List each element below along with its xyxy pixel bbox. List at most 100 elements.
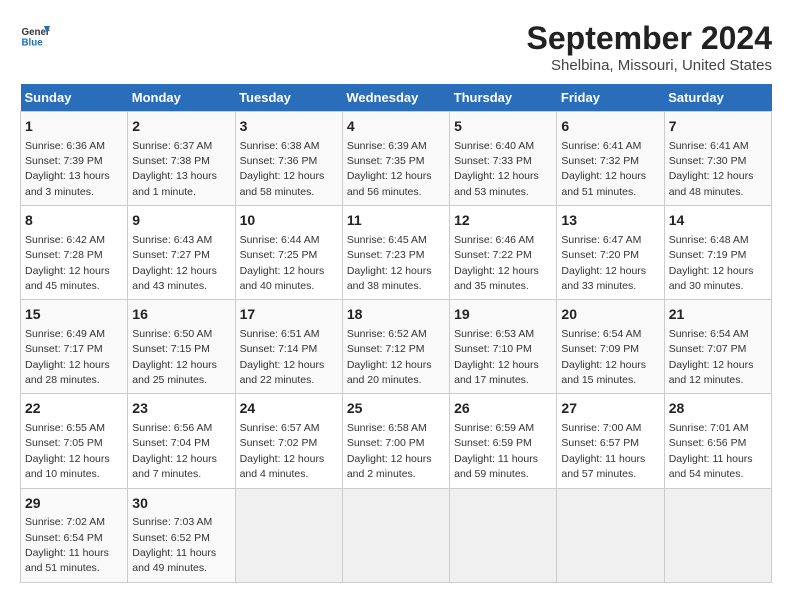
day-info: Sunrise: 6:51 AM Sunset: 7:14 PM Dayligh… <box>240 328 325 386</box>
day-info: Sunrise: 7:03 AM Sunset: 6:52 PM Dayligh… <box>132 516 216 574</box>
page-subtitle: Shelbina, Missouri, United States <box>527 57 772 74</box>
day-number: 1 <box>25 117 123 137</box>
day-info: Sunrise: 6:36 AM Sunset: 7:39 PM Dayligh… <box>25 140 110 198</box>
day-number: 25 <box>347 399 445 419</box>
day-info: Sunrise: 6:38 AM Sunset: 7:36 PM Dayligh… <box>240 140 325 198</box>
day-cell-30: 30Sunrise: 7:03 AM Sunset: 6:52 PM Dayli… <box>128 488 235 582</box>
day-number: 17 <box>240 305 338 325</box>
day-info: Sunrise: 6:40 AM Sunset: 7:33 PM Dayligh… <box>454 140 539 198</box>
empty-cell <box>557 488 664 582</box>
day-number: 7 <box>669 117 767 137</box>
calendar-week-1: 1 Sunrise: 6:36 AM Sunset: 7:39 PM Daylig… <box>21 112 772 206</box>
day-cell-20: 20 Sunrise: 6:54 AM Sunset: 7:09 PM Dayli… <box>557 300 664 394</box>
header-thursday: Thursday <box>450 84 557 112</box>
day-number: 30 <box>132 494 230 514</box>
day-cell-21: 21Sunrise: 6:54 AM Sunset: 7:07 PM Dayli… <box>664 300 771 394</box>
page-title: September 2024 <box>527 20 772 57</box>
day-info: Sunrise: 6:45 AM Sunset: 7:23 PM Dayligh… <box>347 234 432 292</box>
day-info: Sunrise: 6:37 AM Sunset: 7:38 PM Dayligh… <box>132 140 217 198</box>
day-info: Sunrise: 6:43 AM Sunset: 7:27 PM Dayligh… <box>132 234 217 292</box>
day-info: Sunrise: 6:52 AM Sunset: 7:12 PM Dayligh… <box>347 328 432 386</box>
calendar-week-4: 22 Sunrise: 6:55 AM Sunset: 7:05 PM Dayli… <box>21 394 772 488</box>
day-number: 20 <box>561 305 659 325</box>
day-number: 11 <box>347 211 445 231</box>
day-info: Sunrise: 6:54 AM Sunset: 7:07 PM Dayligh… <box>669 328 754 386</box>
header-wednesday: Wednesday <box>342 84 449 112</box>
day-cell-25: 25 Sunrise: 6:58 AM Sunset: 7:00 PM Dayli… <box>342 394 449 488</box>
calendar-week-3: 15Sunrise: 6:49 AM Sunset: 7:17 PM Dayli… <box>21 300 772 394</box>
day-cell-19: 19 Sunrise: 6:53 AM Sunset: 7:10 PM Dayli… <box>450 300 557 394</box>
empty-cell <box>664 488 771 582</box>
empty-cell <box>235 488 342 582</box>
day-cell-6: 6 Sunrise: 6:41 AM Sunset: 7:32 PM Daylig… <box>557 112 664 206</box>
calendar-week-5: 29Sunrise: 7:02 AM Sunset: 6:54 PM Dayli… <box>21 488 772 582</box>
day-cell-9: 9 Sunrise: 6:43 AM Sunset: 7:27 PM Daylig… <box>128 206 235 300</box>
day-number: 18 <box>347 305 445 325</box>
day-cell-11: 11 Sunrise: 6:45 AM Sunset: 7:23 PM Dayli… <box>342 206 449 300</box>
logo: General Blue <box>20 20 50 50</box>
day-cell-16: 16Sunrise: 6:50 AM Sunset: 7:15 PM Dayli… <box>128 300 235 394</box>
day-info: Sunrise: 6:44 AM Sunset: 7:25 PM Dayligh… <box>240 234 325 292</box>
empty-cell <box>450 488 557 582</box>
day-info: Sunrise: 6:55 AM Sunset: 7:05 PM Dayligh… <box>25 422 110 480</box>
calendar-header-row: SundayMondayTuesdayWednesdayThursdayFrid… <box>21 84 772 112</box>
day-cell-29: 29Sunrise: 7:02 AM Sunset: 6:54 PM Dayli… <box>21 488 128 582</box>
day-info: Sunrise: 6:41 AM Sunset: 7:30 PM Dayligh… <box>669 140 754 198</box>
calendar-table: SundayMondayTuesdayWednesdayThursdayFrid… <box>20 84 772 583</box>
day-cell-10: 10 Sunrise: 6:44 AM Sunset: 7:25 PM Dayli… <box>235 206 342 300</box>
day-number: 22 <box>25 399 123 419</box>
day-number: 27 <box>561 399 659 419</box>
day-info: Sunrise: 6:46 AM Sunset: 7:22 PM Dayligh… <box>454 234 539 292</box>
day-info: Sunrise: 6:59 AM Sunset: 6:59 PM Dayligh… <box>454 422 538 480</box>
header-tuesday: Tuesday <box>235 84 342 112</box>
day-number: 26 <box>454 399 552 419</box>
page-header: General Blue September 2024 Shelbina, Mi… <box>20 20 772 74</box>
day-cell-18: 18 Sunrise: 6:52 AM Sunset: 7:12 PM Dayli… <box>342 300 449 394</box>
day-number: 3 <box>240 117 338 137</box>
day-cell-5: 5Sunrise: 6:40 AM Sunset: 7:33 PM Daylig… <box>450 112 557 206</box>
day-number: 15 <box>25 305 123 325</box>
day-info: Sunrise: 7:02 AM Sunset: 6:54 PM Dayligh… <box>25 516 109 574</box>
header-friday: Friday <box>557 84 664 112</box>
day-cell-2: 2Sunrise: 6:37 AM Sunset: 7:38 PM Daylig… <box>128 112 235 206</box>
header-monday: Monday <box>128 84 235 112</box>
day-cell-8: 8 Sunrise: 6:42 AM Sunset: 7:28 PM Daylig… <box>21 206 128 300</box>
day-number: 9 <box>132 211 230 231</box>
day-cell-3: 3 Sunrise: 6:38 AM Sunset: 7:36 PM Daylig… <box>235 112 342 206</box>
day-cell-23: 23 Sunrise: 6:56 AM Sunset: 7:04 PM Dayli… <box>128 394 235 488</box>
day-cell-26: 26 Sunrise: 6:59 AM Sunset: 6:59 PM Dayli… <box>450 394 557 488</box>
day-number: 13 <box>561 211 659 231</box>
day-info: Sunrise: 6:57 AM Sunset: 7:02 PM Dayligh… <box>240 422 325 480</box>
day-cell-15: 15Sunrise: 6:49 AM Sunset: 7:17 PM Dayli… <box>21 300 128 394</box>
day-cell-1: 1 Sunrise: 6:36 AM Sunset: 7:39 PM Daylig… <box>21 112 128 206</box>
day-cell-7: 7 Sunrise: 6:41 AM Sunset: 7:30 PM Daylig… <box>664 112 771 206</box>
day-number: 19 <box>454 305 552 325</box>
day-info: Sunrise: 6:47 AM Sunset: 7:20 PM Dayligh… <box>561 234 646 292</box>
day-info: Sunrise: 6:48 AM Sunset: 7:19 PM Dayligh… <box>669 234 754 292</box>
day-info: Sunrise: 6:53 AM Sunset: 7:10 PM Dayligh… <box>454 328 539 386</box>
day-number: 16 <box>132 305 230 325</box>
day-number: 14 <box>669 211 767 231</box>
day-info: Sunrise: 6:42 AM Sunset: 7:28 PM Dayligh… <box>25 234 110 292</box>
svg-text:Blue: Blue <box>22 38 44 49</box>
calendar-week-2: 8 Sunrise: 6:42 AM Sunset: 7:28 PM Daylig… <box>21 206 772 300</box>
day-info: Sunrise: 6:56 AM Sunset: 7:04 PM Dayligh… <box>132 422 217 480</box>
day-cell-24: 24 Sunrise: 6:57 AM Sunset: 7:02 PM Dayli… <box>235 394 342 488</box>
title-block: September 2024 Shelbina, Missouri, Unite… <box>527 20 772 74</box>
day-info: Sunrise: 6:58 AM Sunset: 7:00 PM Dayligh… <box>347 422 432 480</box>
header-sunday: Sunday <box>21 84 128 112</box>
day-number: 8 <box>25 211 123 231</box>
day-number: 28 <box>669 399 767 419</box>
day-number: 24 <box>240 399 338 419</box>
day-number: 23 <box>132 399 230 419</box>
day-cell-27: 27Sunrise: 7:00 AM Sunset: 6:57 PM Dayli… <box>557 394 664 488</box>
logo-icon: General Blue <box>20 20 50 50</box>
day-info: Sunrise: 6:54 AM Sunset: 7:09 PM Dayligh… <box>561 328 646 386</box>
day-info: Sunrise: 6:41 AM Sunset: 7:32 PM Dayligh… <box>561 140 646 198</box>
day-number: 6 <box>561 117 659 137</box>
day-number: 10 <box>240 211 338 231</box>
day-info: Sunrise: 7:01 AM Sunset: 6:56 PM Dayligh… <box>669 422 753 480</box>
day-info: Sunrise: 6:39 AM Sunset: 7:35 PM Dayligh… <box>347 140 432 198</box>
day-cell-4: 4Sunrise: 6:39 AM Sunset: 7:35 PM Daylig… <box>342 112 449 206</box>
header-saturday: Saturday <box>664 84 771 112</box>
